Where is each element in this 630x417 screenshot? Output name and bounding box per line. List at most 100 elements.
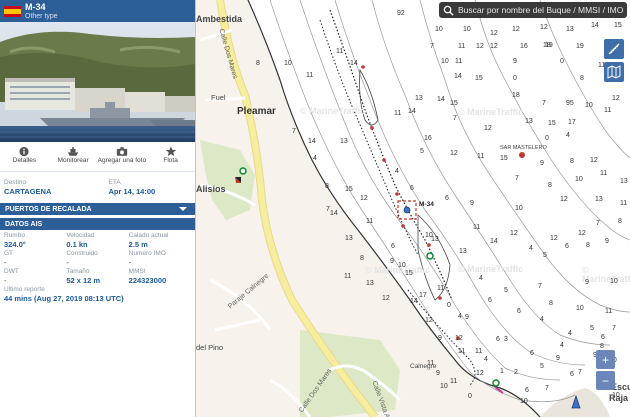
depth-sounding: 9 [436,370,440,377]
depth-sounding: 6 [391,243,395,250]
add-photo-button[interactable]: Agregar una foto [98,142,147,171]
depth-sounding: 10 [398,262,406,269]
last-report-value: 44 mins (Aug 27, 2019 08:13 UTC) [4,294,124,303]
destination-label: Destino [4,179,27,186]
depth-sounding: 11 [604,107,612,114]
depth-sounding: 12 [360,195,368,202]
depth-sounding: 6 [488,297,492,304]
depth-sounding: 15 [475,75,483,82]
ais-row-4: Ultimo reporte 44 mins (Aug 27, 2019 08:… [0,285,195,303]
depth-sounding: 16 [424,135,432,142]
draft-value: 2.5 m [128,240,148,249]
depth-sounding: 10 [463,26,471,33]
layers-button[interactable] [604,62,624,82]
depth-sounding: 7 [430,43,434,50]
depth-sounding: 8 [549,300,553,307]
depth-sounding: 0 [468,393,472,400]
vessel-photo[interactable] [0,22,195,142]
depth-sounding: 11 [427,360,435,367]
depth-sounding: 11 [477,153,485,160]
panel-header: M-34 Other type [0,0,195,22]
depth-sounding: 12 [578,230,586,237]
depth-sounding: 4 [560,342,564,349]
place-ambestida: Ambestida [196,14,243,24]
vessel-marker[interactable] [397,198,419,224]
depth-sounding: 12 [476,43,484,50]
depth-sounding: 17 [568,119,576,126]
depth-sounding: 11 [336,48,344,55]
depth-sounding: 11 [605,308,613,315]
ports-of-call-section[interactable]: PUERTOS DE RECALADA [0,203,195,215]
zoom-in-button[interactable]: + [596,350,615,369]
vessel-search[interactable] [439,2,627,18]
gt-value: - [4,258,7,267]
fleet-button[interactable]: Flota [146,142,195,171]
depth-sounding: 0 [513,75,517,82]
depth-sounding: 15 [614,22,622,29]
depth-sounding: 4 [479,275,483,282]
depth-sounding: 6 [410,185,414,192]
depth-sounding: 4 [395,168,399,175]
depth-sounding: 13 [340,138,348,145]
draft-label: Calado actual [128,232,169,239]
depth-sounding: 12 [590,157,598,164]
add-photo-label: Agregar una foto [97,157,147,164]
depth-sounding: 8 [600,343,604,350]
depth-sounding: 15 [450,100,458,107]
depth-sounding: 92 [397,10,405,17]
depth-sounding: 8 [360,255,364,262]
imo-value: - [128,258,132,267]
depth-sounding: 14 [350,60,358,67]
depth-sounding: 6 [570,371,574,378]
depth-sounding: 16 [520,43,528,50]
details-button[interactable]: Detalles [0,142,49,171]
depth-sounding: 9 [465,314,469,321]
vessel-marker-secondary[interactable] [566,392,584,410]
info-icon [19,146,29,157]
depth-sounding: 2 [514,369,518,376]
last-report-label: Ultimo reporte [4,286,45,293]
place-pleamar: Pleamar [237,106,276,117]
monitor-label: Monitorear [57,157,89,164]
depth-sounding: 15 [345,186,353,193]
depth-sounding: 11 [475,348,483,355]
zoom-out-button[interactable]: − [596,371,615,390]
depth-sounding: 15 [548,120,556,127]
depth-sounding: 5 [543,252,547,259]
depth-sounding: 9 [470,200,474,207]
depth-sounding: 8 [586,242,590,249]
depth-sounding: 13 [415,95,423,102]
search-input[interactable] [458,5,627,15]
depth-sounding: 5 [420,148,424,155]
place-del-pino: del Pino [196,343,224,352]
course-value: 324.0° [4,240,26,249]
depth-sounding: 95 [566,100,574,107]
depth-sounding: 14 [454,73,462,80]
mmsi-label: MMSI [128,268,146,275]
monitor-button[interactable]: Monitorear [49,142,98,171]
spain-flag-icon [4,5,21,17]
depth-sounding: 5 [590,325,594,332]
place-fuel: Fuel [211,93,226,102]
depth-sounding: 0 [545,135,549,142]
depth-sounding: 7 [326,206,330,213]
buoy-icon [426,252,434,260]
vessel-name: M-34 [25,1,46,12]
mmsi-value: 224323000 [128,276,167,285]
depth-sounding: 10 [612,392,620,399]
depth-sounding: 6 [445,195,449,202]
depth-sounding: 13 [345,235,353,242]
measure-tool-button[interactable] [604,39,624,59]
depth-sounding: 12 [490,30,498,37]
ruler-icon [608,43,620,55]
depth-sounding: 15 [405,270,413,277]
depth-sounding: 7 [578,369,582,376]
depth-sounding: 7 [545,385,549,392]
map-icon [607,65,621,79]
destination-value[interactable]: CARTAGENA [4,187,87,196]
depth-sounding: 8 [256,60,260,67]
place-sar-mastelero: SAR MASTELERO [500,145,547,151]
fleet-label: Flota [163,157,178,164]
depth-sounding: 11 [450,378,458,385]
voyage-row: Destino CARTAGENA ETA Apr 14, 14:00 [0,172,195,196]
